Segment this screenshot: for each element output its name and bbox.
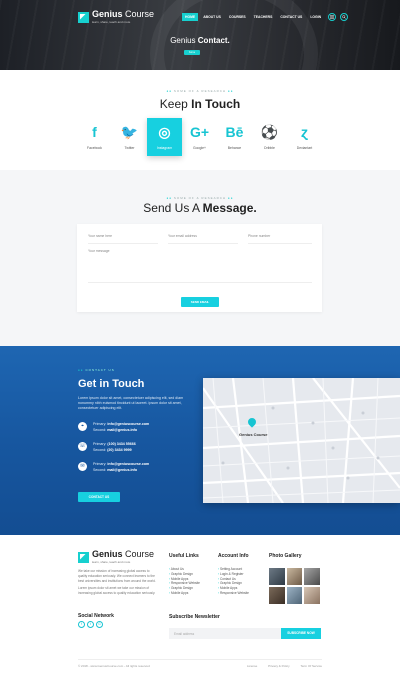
contact-email: ⌖ Primary: info@geniuscourse.com Second:… <box>78 422 149 433</box>
second-phone[interactable]: (20) 3434 9999 <box>107 448 131 452</box>
section-kicker: ●● SOME OF & RESEARCH ●● <box>166 89 234 93</box>
useful-links-title: Useful Links <box>169 553 199 559</box>
social-google-plus[interactable]: G+ Google+ <box>182 118 217 156</box>
site-logo[interactable]: Genius Course learn, share, teach and mo… <box>78 10 154 24</box>
location-pin-icon: ⌖ <box>78 422 87 431</box>
section-kicker: ●● SOME OF & RESEARCH ●● <box>166 196 234 200</box>
primary-phone[interactable]: (100) 3434 55666 <box>107 442 135 446</box>
keep-in-touch-section: ●● SOME OF & RESEARCH ●● Keep In Touch f… <box>0 70 400 170</box>
social-network-title: Social Network <box>78 613 114 619</box>
copyright: © 2018 - www.GeniusCourse.com - All righ… <box>78 664 150 668</box>
social-links: f Facebook 🐦 Twitter ◎ Instagram G+ Google+ … <box>77 118 323 156</box>
section-title: Get in Touch <box>78 378 145 390</box>
gallery-photo[interactable] <box>304 568 320 585</box>
nav-about-us[interactable]: ABOUT US <box>200 13 224 21</box>
account-info-title: Account Info <box>218 553 249 559</box>
social-twitter[interactable]: 🐦 Twitter <box>112 118 147 156</box>
section-description: Lorem ipsum dolor sit amet, consectetuer… <box>78 396 184 410</box>
phone-icon: ☏ <box>78 442 87 451</box>
nav-login[interactable]: LOGIN <box>307 13 324 21</box>
terms-link[interactable]: Term Of Service <box>300 664 322 668</box>
footer-link[interactable]: Mobile Apps <box>169 591 200 596</box>
social-facebook[interactable]: f Facebook <box>77 118 112 156</box>
send-message-section: ●● SOME OF & RESEARCH ●● Send Us A Messa… <box>0 170 400 346</box>
logo-mark-icon <box>78 551 89 563</box>
logo-name-thin: Course <box>122 9 155 19</box>
section-title: Send Us A Message. <box>143 201 257 215</box>
subscribe-button[interactable]: SUBSCRIBE NOW <box>281 628 321 639</box>
message-field[interactable]: Your message <box>88 249 312 283</box>
send-email-button[interactable]: SEND EMAIL <box>181 297 219 307</box>
newsletter-email-input[interactable]: Email address <box>169 628 281 639</box>
menu-icon[interactable] <box>328 13 337 21</box>
section-kicker: ●● CONTACT US <box>78 368 115 372</box>
contact-mail: ✉ Primary: info@geniuscourse.com Second:… <box>78 462 149 473</box>
nav-contact-us[interactable]: CONTACT US <box>277 13 305 21</box>
social-deviantart[interactable]: ɀ Deviantart <box>287 118 322 156</box>
photo-gallery <box>269 568 320 604</box>
privacy-link[interactable]: Privacy & Policy <box>268 664 290 668</box>
primary-email[interactable]: info@geniuscourse.com <box>107 422 149 426</box>
map-streets <box>203 378 400 503</box>
second-email[interactable]: mail@genius.info <box>107 428 137 432</box>
social-dribbble[interactable]: ⚽ Dribble <box>252 118 287 156</box>
footer-bottom-bar: © 2018 - www.GeniusCourse.com - All righ… <box>78 659 322 668</box>
behance-icon: Bē <box>225 124 244 140</box>
nav-courses[interactable]: COURSES <box>226 13 249 21</box>
logo-tagline: learn, share, teach and more <box>92 20 131 24</box>
gallery-photo[interactable] <box>269 568 285 585</box>
name-field[interactable]: Your name here <box>88 234 158 244</box>
footer-social-links: f t G <box>78 621 103 628</box>
second-mail[interactable]: mail@genius.info <box>107 468 137 472</box>
photo-gallery-title: Photo Gallery <box>269 553 302 559</box>
deviantart-icon: ɀ <box>301 124 308 140</box>
page-header: Genius Course learn, share, teach and mo… <box>0 0 400 70</box>
footer-about: We take our mission of increasing global… <box>78 569 156 596</box>
account-links-list: Setting Account Login & Register Contact… <box>218 567 249 596</box>
search-icon[interactable] <box>340 13 349 21</box>
footer-logo[interactable]: Genius Course learn, share, teach and mo… <box>78 550 154 564</box>
gallery-photo[interactable] <box>304 587 320 604</box>
instagram-icon: ◎ <box>158 124 171 140</box>
logo-name-bold: Genius <box>92 9 123 19</box>
envelope-icon: ✉ <box>78 462 87 471</box>
contact-us-button[interactable]: CONTACT US <box>78 492 120 502</box>
phone-field[interactable]: Phone number <box>248 234 312 244</box>
primary-mail[interactable]: info@geniuscourse.com <box>107 462 149 466</box>
google-plus-icon: G+ <box>189 124 210 140</box>
breadcrumb[interactable]: home <box>184 50 200 55</box>
social-instagram[interactable]: ◎ Instagram <box>147 118 182 156</box>
useful-links-list: About Us Graphic Design Mobile Apps Resp… <box>169 567 200 596</box>
contact-form: Your name here Your email address Phone … <box>77 224 322 312</box>
main-nav: HOME ABOUT US COURSES TEACHERS CONTACT U… <box>182 13 349 21</box>
gallery-photo[interactable] <box>286 587 303 604</box>
facebook-icon[interactable]: f <box>78 621 85 628</box>
dribbble-icon: ⚽ <box>260 124 279 140</box>
twitter-icon: 🐦 <box>120 124 139 140</box>
twitter-icon[interactable]: t <box>87 621 94 628</box>
footer-link[interactable]: Responsive Website <box>218 591 249 596</box>
license-link[interactable]: License <box>247 664 257 668</box>
logo-mark-icon <box>78 11 89 23</box>
contact-phone: ☏ Primary: (100) 3434 55666 Second: (20)… <box>78 442 136 452</box>
social-behance[interactable]: Bē Behance <box>217 118 252 156</box>
location-map[interactable]: Genius Course <box>203 378 400 503</box>
section-title: Keep In Touch <box>159 97 241 111</box>
get-in-touch-section: ●● CONTACT US Get in Touch Lorem ipsum d… <box>0 346 400 535</box>
email-field[interactable]: Your email address <box>168 234 238 244</box>
newsletter-title: Subscribe Newsletter <box>169 614 220 620</box>
facebook-icon: f <box>92 124 97 140</box>
gallery-photo[interactable] <box>269 587 285 604</box>
google-plus-icon[interactable]: G <box>96 621 103 628</box>
nav-teachers[interactable]: TEACHERS <box>251 13 276 21</box>
map-label: Genius Course <box>239 432 268 437</box>
page-title: Genius Contact. <box>170 36 230 45</box>
gallery-photo[interactable] <box>286 568 303 585</box>
site-footer: Genius Course learn, share, teach and mo… <box>0 535 400 679</box>
nav-home[interactable]: HOME <box>182 13 199 21</box>
